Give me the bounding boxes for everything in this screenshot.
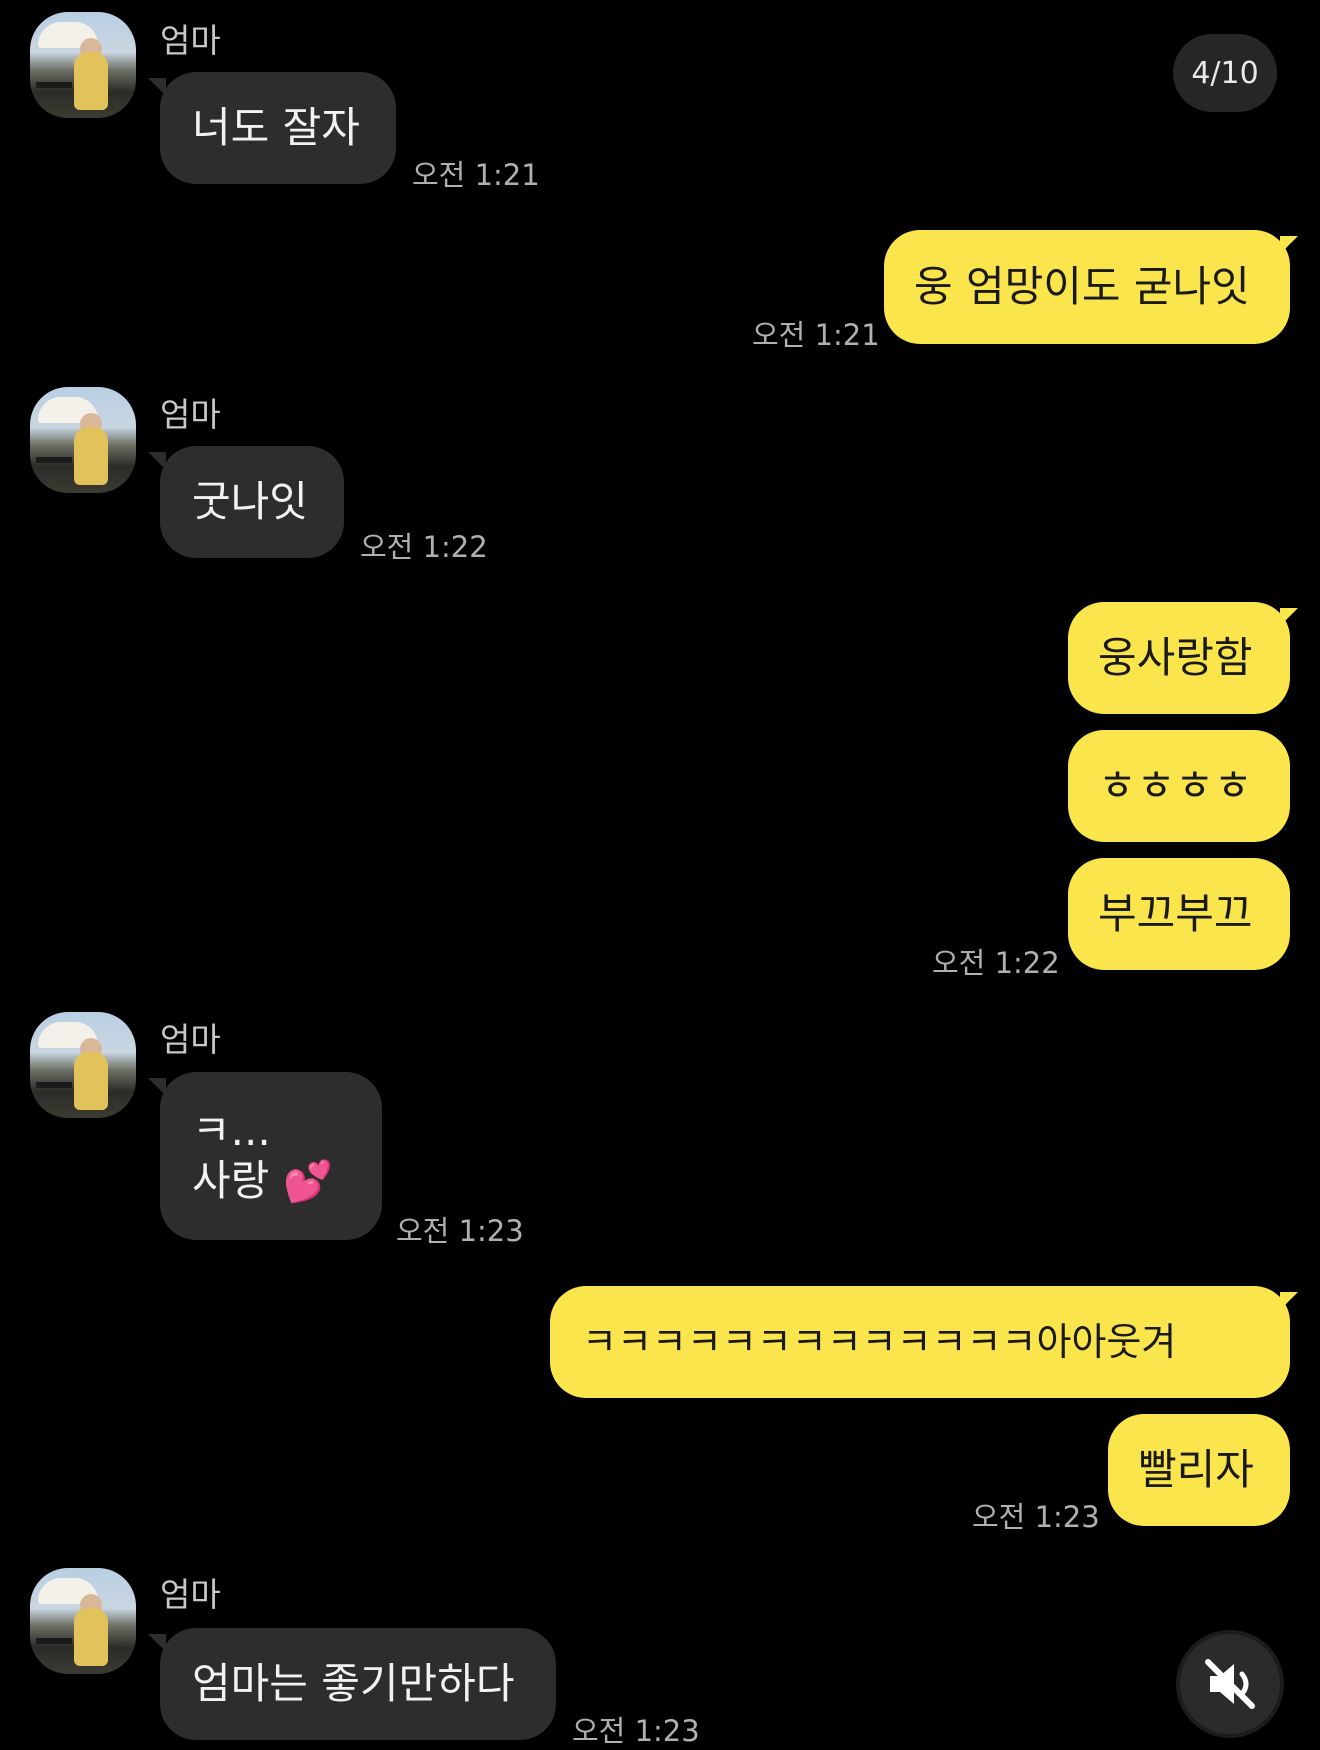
message-timestamp: 오전 1:22	[360, 530, 488, 564]
sender-name: 엄마	[160, 395, 221, 434]
sender-name: 엄마	[160, 21, 221, 60]
sender-name: 엄마	[160, 1020, 221, 1059]
message-timestamp: 오전 1:23	[972, 1500, 1100, 1534]
message-line: ㅋ...	[192, 1105, 271, 1155]
contact-avatar[interactable]	[30, 12, 136, 118]
contact-avatar[interactable]	[30, 1568, 136, 1674]
outgoing-message-bubble[interactable]: 부끄부끄	[1068, 858, 1290, 970]
outgoing-message-bubble[interactable]: 빨리자	[1108, 1414, 1290, 1526]
message-timestamp: 오전 1:22	[932, 946, 1060, 980]
contact-avatar[interactable]	[30, 1012, 136, 1118]
message-timestamp: 오전 1:23	[572, 1714, 700, 1748]
sender-name: 엄마	[160, 1575, 221, 1614]
incoming-message-bubble[interactable]: ㅋ... 사랑 💕	[160, 1072, 382, 1240]
outgoing-message-bubble[interactable]: ㅋㅋㅋㅋㅋㅋㅋㅋㅋㅋㅋㅋㅋ아아웃겨	[550, 1286, 1290, 1398]
speaker-muted-icon	[1205, 1659, 1255, 1709]
message-timestamp: 오전 1:21	[412, 158, 540, 192]
message-timestamp: 오전 1:21	[752, 318, 880, 352]
two-hearts-emoji: 💕	[283, 1158, 334, 1205]
mute-button[interactable]	[1180, 1634, 1280, 1734]
page-counter-badge: 4/10	[1173, 34, 1277, 112]
incoming-message-bubble[interactable]: 굿나잇	[160, 446, 344, 558]
incoming-message-bubble[interactable]: 엄마는 좋기만하다	[160, 1628, 556, 1740]
contact-avatar[interactable]	[30, 387, 136, 493]
outgoing-message-bubble[interactable]: 웅사랑함	[1068, 602, 1290, 714]
message-timestamp: 오전 1:23	[396, 1214, 524, 1248]
outgoing-message-bubble[interactable]: 웅 엄망이도 굳나잇	[884, 230, 1290, 344]
message-line: 사랑 💕	[192, 1155, 334, 1205]
outgoing-message-bubble[interactable]: ㅎㅎㅎㅎ	[1068, 730, 1290, 842]
incoming-message-bubble[interactable]: 너도 잘자	[160, 72, 396, 184]
